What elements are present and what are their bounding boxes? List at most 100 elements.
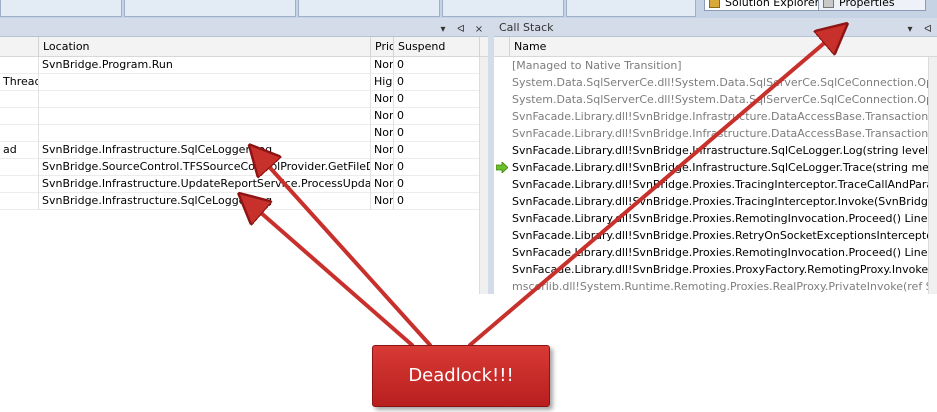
tab-strip-segment: [566, 0, 696, 17]
thread-location-cell: SvnBridge.Infrastructure.SqlCeLogger.Log: [39, 142, 371, 159]
call-stack-frame[interactable]: [Managed to Native Transition]: [494, 57, 937, 74]
call-stack-frame[interactable]: SvnFacade.Library.dll!SvnBridge.Infrastr…: [494, 125, 937, 142]
column-header-name[interactable]: [0, 37, 39, 57]
properties-label: Properties: [839, 0, 895, 9]
threads-scrollbar[interactable]: [479, 57, 488, 294]
column-header-suspend[interactable]: Suspend: [394, 37, 480, 57]
call-stack-frame[interactable]: SvnFacade.Library.dll!SvnBridge.Infrastr…: [494, 159, 937, 176]
call-stack-frame-text: [Managed to Native Transition]: [512, 59, 682, 72]
thread-name-cell: [0, 91, 39, 108]
thread-name-cell: ad: [0, 142, 39, 159]
thread-priority-cell: Normal: [371, 176, 394, 193]
current-frame-arrow-icon: [496, 162, 508, 173]
thread-suspend-cell: 0: [394, 91, 480, 108]
thread-location-cell: SvnBridge.Infrastructure.SqlCeLogger.Log: [39, 193, 371, 210]
thread-location-cell: [39, 74, 371, 91]
call-stack-frame[interactable]: SvnFacade.Library.dll!SvnBridge.Proxies.…: [494, 244, 937, 261]
thread-row[interactable]: Thread Highest0: [0, 74, 488, 91]
thread-suspend-cell: 0: [394, 57, 480, 74]
thread-location-cell: SvnBridge.Infrastructure.UpdateReportSer…: [39, 176, 371, 193]
call-stack-frame-text: SvnFacade.Library.dll!SvnBridge.Infrastr…: [512, 144, 937, 157]
thread-row[interactable]: Normal0: [0, 91, 488, 108]
thread-priority-cell: Normal: [371, 108, 394, 125]
tab-strip-segment: [298, 0, 440, 17]
call-stack-frame-text: SvnFacade.Library.dll!SvnBridge.Proxies.…: [512, 195, 937, 208]
call-stack-frame-text: SvnFacade.Library.dll!SvnBridge.Proxies.…: [512, 212, 937, 225]
call-stack-frame[interactable]: SvnFacade.Library.dll!SvnBridge.Infrastr…: [494, 108, 937, 125]
threads-column-header: Location Prio Suspend: [0, 37, 488, 57]
call-stack-frame-text: SvnFacade.Library.dll!SvnBridge.Proxies.…: [512, 178, 937, 191]
thread-suspend-cell: 0: [394, 125, 480, 142]
call-stack-frame[interactable]: mscorlib.dll!System.Runtime.Remoting.Pro…: [494, 278, 937, 294]
thread-row[interactable]: Normal0: [0, 108, 488, 125]
thread-name-cell: [0, 108, 39, 125]
thread-name-cell: [0, 159, 39, 176]
column-header-priority[interactable]: Prio: [371, 37, 394, 57]
thread-row[interactable]: SvnBridge.Infrastructure.SqlCeLogger.Log…: [0, 193, 488, 210]
thread-row[interactable]: SvnBridge.Infrastructure.UpdateReportSer…: [0, 176, 488, 193]
thread-location-cell: SvnBridge.SourceControl.TFSSourceControl…: [39, 159, 371, 176]
thread-location-cell: SvnBridge.Program.Run: [39, 57, 371, 74]
solution-explorer-tab[interactable]: Solution Explorer: [704, 0, 824, 11]
call-stack-frame-text: mscorlib.dll!System.Runtime.Remoting.Pro…: [512, 280, 937, 293]
thread-priority-cell: Highest: [371, 74, 394, 91]
call-stack-frame-text: SvnFacade.Library.dll!SvnBridge.Infrastr…: [512, 161, 937, 174]
call-stack-frame-text: System.Data.SqlServerCe.dll!System.Data.…: [512, 76, 937, 89]
call-stack-frame[interactable]: SvnFacade.Library.dll!SvnBridge.Infrastr…: [494, 142, 937, 159]
call-stack-frame-text: SvnFacade.Library.dll!SvnBridge.Proxies.…: [512, 229, 937, 242]
thread-priority-cell: Normal: [371, 57, 394, 74]
thread-location-cell: [39, 91, 371, 108]
call-stack-title-bar: Call Stack ▾ ᐊ: [494, 18, 937, 37]
thread-priority-cell: Normal: [371, 159, 394, 176]
thread-row[interactable]: Normal0: [0, 125, 488, 142]
properties-icon: [823, 0, 834, 8]
thread-priority-cell: Normal: [371, 193, 394, 210]
threads-pane: ▾ ᐊ × Location Prio Suspend SvnBridge.Pr…: [0, 18, 488, 294]
thread-row[interactable]: ad SvnBridge.Infrastructure.SqlCeLogger.L…: [0, 142, 488, 159]
column-header-location[interactable]: Location: [39, 37, 371, 57]
thread-row[interactable]: SvnBridge.SourceControl.TFSSourceControl…: [0, 159, 488, 176]
call-stack-frame-text: SvnFacade.Library.dll!SvnBridge.Infrastr…: [512, 127, 937, 140]
thread-name-cell: [0, 193, 39, 210]
call-stack-frame[interactable]: SvnFacade.Library.dll!SvnBridge.Proxies.…: [494, 193, 937, 210]
thread-priority-cell: Normal: [371, 91, 394, 108]
call-stack-scrollbar[interactable]: [928, 57, 937, 294]
column-header-indicator: [494, 37, 510, 57]
thread-name-cell: [0, 57, 39, 74]
tab-strip-segment: [124, 0, 296, 17]
call-stack-frame[interactable]: SvnFacade.Library.dll!SvnBridge.Proxies.…: [494, 261, 937, 278]
call-stack-frame[interactable]: SvnFacade.Library.dll!SvnBridge.Proxies.…: [494, 210, 937, 227]
call-stack-frame-text: SvnFacade.Library.dll!SvnBridge.Proxies.…: [512, 246, 937, 259]
thread-row[interactable]: SvnBridge.Program.RunNormal0: [0, 57, 488, 74]
thread-name-cell: [0, 125, 39, 142]
call-stack-pane: Call Stack ▾ ᐊ Name [Managed to Native T…: [494, 18, 937, 294]
thread-location-cell: [39, 108, 371, 125]
thread-priority-cell: Normal: [371, 142, 394, 159]
threads-title-bar: ▾ ᐊ ×: [0, 18, 488, 37]
solution-explorer-label: Solution Explorer: [725, 0, 820, 9]
top-tab-strip: Solution Explorer Properties: [0, 0, 937, 18]
thread-name-cell: [0, 176, 39, 193]
thread-suspend-cell: 0: [394, 142, 480, 159]
thread-suspend-cell: 0: [394, 193, 480, 210]
column-header-name[interactable]: Name: [510, 37, 937, 57]
call-stack-frame[interactable]: SvnFacade.Library.dll!SvnBridge.Proxies.…: [494, 176, 937, 193]
call-stack-frame[interactable]: System.Data.SqlServerCe.dll!System.Data.…: [494, 91, 937, 108]
call-stack-frame[interactable]: System.Data.SqlServerCe.dll!System.Data.…: [494, 74, 937, 91]
call-stack-title: Call Stack: [499, 21, 554, 34]
deadlock-callout: Deadlock!!!: [372, 345, 550, 407]
tab-strip-segment: [442, 0, 564, 17]
call-stack-frame-text: SvnFacade.Library.dll!SvnBridge.Proxies.…: [512, 263, 937, 276]
tab-strip-segment: [0, 0, 122, 17]
properties-tab[interactable]: Properties: [818, 0, 926, 11]
call-stack-frame-text: SvnFacade.Library.dll!SvnBridge.Infrastr…: [512, 110, 937, 123]
call-stack-column-header: Name: [494, 37, 937, 57]
thread-suspend-cell: 0: [394, 74, 480, 91]
thread-suspend-cell: 0: [394, 108, 480, 125]
call-stack-frame[interactable]: SvnFacade.Library.dll!SvnBridge.Proxies.…: [494, 227, 937, 244]
thread-priority-cell: Normal: [371, 125, 394, 142]
solution-explorer-icon: [709, 0, 720, 8]
thread-suspend-cell: 0: [394, 159, 480, 176]
thread-name-cell: Thread: [0, 74, 39, 91]
call-stack-frame-text: System.Data.SqlServerCe.dll!System.Data.…: [512, 93, 937, 106]
